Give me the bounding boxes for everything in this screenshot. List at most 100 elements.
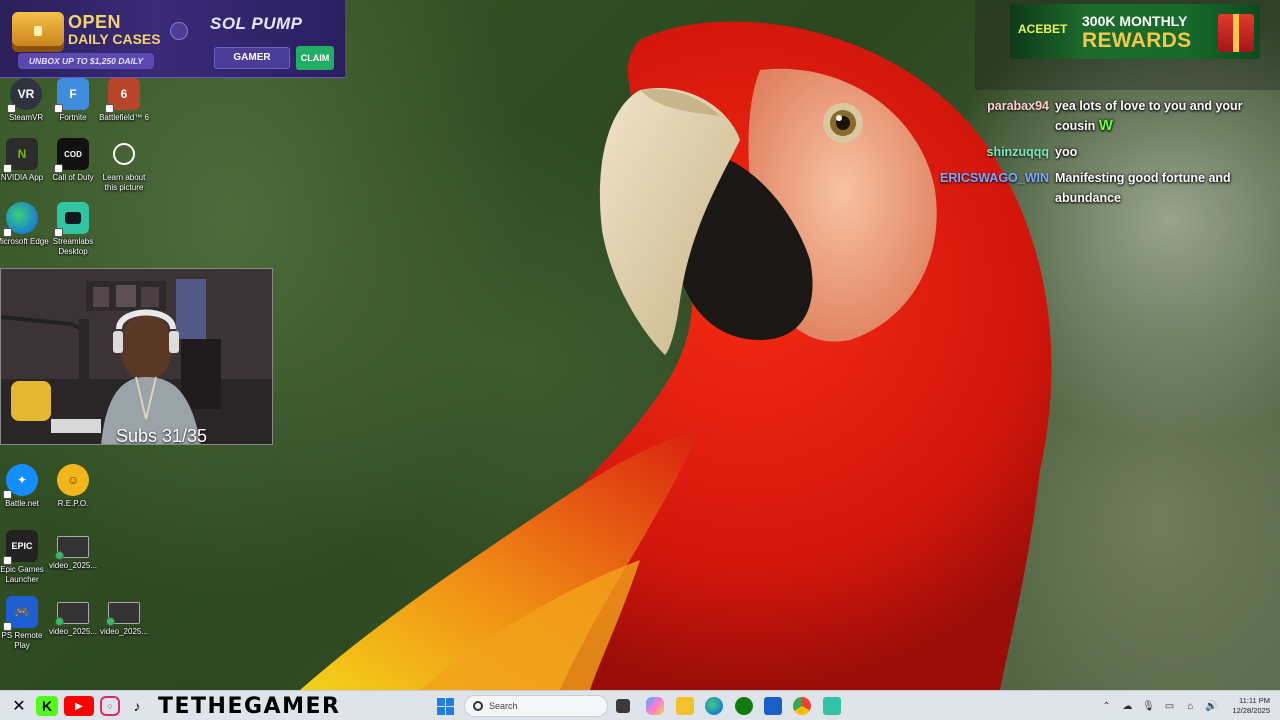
desktop-icon-label: Fortnite — [59, 113, 87, 122]
fortnite-icon: F — [54, 78, 89, 113]
system-clock[interactable]: 11:11 PM 12/28/2025 — [1232, 696, 1270, 716]
desktop-icon-fortnite[interactable]: F Fortnite — [47, 78, 99, 123]
desktop-icon-video-file-1[interactable]: video_2025... — [47, 536, 99, 571]
promo-brand-logo: SOL PUMP — [210, 14, 303, 33]
chat-username: ERICSWAGO_WIN — [940, 171, 1050, 185]
chat-text: yea lots of love to you and your cousin … — [1055, 96, 1255, 136]
chat-username: shinzuqqq — [986, 145, 1050, 159]
acebet-line1: 300K MONTHLY — [1082, 13, 1188, 29]
desktop-icon-video-file-2[interactable]: video_2025... — [47, 602, 99, 637]
gift-box-icon — [1218, 14, 1254, 52]
onedrive-icon[interactable]: ☁ — [1121, 700, 1133, 712]
volume-icon[interactable]: 🔊 — [1205, 700, 1217, 712]
file-explorer-icon[interactable] — [676, 697, 694, 715]
desktop-icon-label: Battlefield™ 6 — [99, 113, 149, 122]
chat-message-text: Manifesting good fortune and abundance — [1055, 171, 1231, 205]
subs-goal-counter: Subs 31/35 — [116, 426, 208, 445]
epic-games-icon: EPIC — [3, 530, 38, 565]
acebet-banner[interactable]: ACEBET 300K MONTHLY REWARDS — [1010, 4, 1260, 59]
chevron-up-icon[interactable]: ⌃ — [1100, 700, 1112, 712]
desktop-icon-learn-picture[interactable]: Learn about this picture — [98, 138, 150, 193]
call-of-duty-icon: COD — [54, 138, 89, 173]
desktop-icon-call-of-duty[interactable]: COD Call of Duty — [47, 138, 99, 183]
copilot-icon[interactable] — [646, 697, 664, 715]
chat-message-text: yea lots of love to you and your cousin — [1055, 99, 1243, 133]
battlefield-icon: 6 — [105, 78, 140, 113]
xbox-icon[interactable] — [735, 697, 753, 715]
microphone-icon[interactable]: 🎙 — [1142, 700, 1155, 712]
chat-message: ERICSWAGO_WIN Manifesting good fortune a… — [940, 168, 1270, 208]
youtube-icon: ▶ — [64, 696, 94, 716]
taskbar: ✕ K ▶ ○ ♪ TETHEGAMER Search ⌃ ☁ 🎙 ▭ ⌂ 🔊 … — [0, 690, 1280, 720]
search-placeholder: Search — [489, 701, 518, 711]
desktop-icon-label: PS Remote Play — [1, 631, 43, 650]
desktop-icon-epic-games[interactable]: EPIC Epic Games Launcher — [0, 530, 48, 585]
acebet-line2: REWARDS — [1082, 29, 1192, 52]
learn-picture-icon — [113, 143, 135, 165]
promo-open-text: OPEN — [68, 12, 122, 32]
windows-start-icon[interactable] — [437, 698, 454, 715]
streamer-handle: TETHEGAMER — [158, 693, 341, 719]
acebet-logo: ACEBET — [1018, 22, 1068, 36]
display-icon[interactable]: ▭ — [1163, 700, 1175, 712]
desktop-icon-label: Call of Duty — [52, 173, 94, 182]
desktop-icon-edge[interactable]: Microsoft Edge — [0, 202, 49, 247]
search-icon — [473, 701, 483, 711]
video-file-icon — [55, 602, 89, 626]
instagram-icon: ○ — [100, 696, 120, 716]
desktop-icon-label: video_2025... — [48, 627, 98, 636]
chat-username: parabax94 — [987, 99, 1049, 113]
chat-message-text: yoo — [1055, 145, 1078, 159]
desktop-icon-battlefield[interactable]: 6 Battlefield™ 6 — [98, 78, 150, 123]
promo-unbox-text: UNBOX UP TO $1,250 DAILY — [18, 53, 154, 69]
desktop-icon-streamlabs[interactable]: Streamlabs Desktop — [47, 202, 99, 257]
video-file-icon — [106, 602, 140, 626]
network-icon[interactable]: ⌂ — [1184, 700, 1196, 712]
desktop-icon-battlenet[interactable]: ✦ Battle.net — [0, 464, 48, 509]
streamlabs-icon — [54, 202, 89, 237]
promo-claim-button[interactable]: CLAIM — [296, 46, 334, 70]
promo-code-field: GAMER — [214, 47, 290, 69]
chat-overlay: parabax94 yea lots of love to you and yo… — [940, 96, 1270, 214]
solpump-promo-banner[interactable]: OPEN DAILY CASES UNBOX UP TO $1,250 DAIL… — [0, 0, 345, 78]
repo-icon: ☺ — [57, 464, 89, 496]
nvidia-icon: N — [3, 138, 38, 173]
battlenet-icon: ✦ — [3, 464, 38, 499]
steamvr-icon: VR — [7, 78, 42, 113]
taskbar-search-box[interactable]: Search — [464, 695, 608, 717]
webcam-overlay: Subs 31/35 — [0, 268, 273, 445]
video-file-icon — [55, 536, 89, 560]
desktop-icon-label: video_2025... — [99, 627, 149, 636]
clock-date: 12/28/2025 — [1232, 706, 1270, 715]
desktop-icon-repo[interactable]: ☺ R.E.P.O. — [47, 464, 99, 509]
social-links: ✕ K ▶ ○ ♪ TETHEGAMER — [8, 693, 341, 719]
streamlabs-taskbar-icon[interactable] — [823, 697, 841, 715]
desktop-icon-nvidia[interactable]: N NVIDIA App — [0, 138, 48, 183]
clock-time: 11:11 PM — [1239, 696, 1270, 705]
coin-icon — [170, 22, 188, 40]
streamer-camera-feed — [1, 269, 272, 444]
edge-taskbar-icon[interactable] — [705, 697, 723, 715]
desktop-icon-label: Streamlabs Desktop — [52, 237, 94, 256]
w-emote-icon: W — [1098, 117, 1113, 134]
desktop-icon-ps-remote-play[interactable]: 🎮 PS Remote Play — [0, 596, 48, 651]
promo-daily-cases-text: DAILY CASES — [68, 31, 161, 47]
desktop-icon-label: NVIDIA App — [0, 173, 44, 182]
kick-icon: K — [36, 696, 58, 716]
desktop-icon-label: video_2025... — [48, 561, 98, 570]
system-tray: ⌃ ☁ 🎙 ▭ ⌂ 🔊 11:11 PM 12/28/2025 — [1100, 693, 1270, 719]
desktop-icon-video-file-3[interactable]: video_2025... — [98, 602, 150, 637]
edge-icon — [3, 202, 38, 237]
microsoft-store-icon[interactable] — [764, 697, 782, 715]
treasure-chest-icon — [12, 12, 64, 52]
x-twitter-icon: ✕ — [12, 698, 26, 715]
desktop-icon-label: R.E.P.O. — [57, 499, 89, 508]
chat-message: shinzuqqq yoo — [940, 142, 1270, 162]
desktop-icon-label: Battle.net — [5, 499, 39, 508]
tiktok-icon: ♪ — [133, 698, 141, 714]
ps-remote-play-icon: 🎮 — [3, 596, 38, 631]
task-view-icon[interactable] — [616, 699, 630, 713]
desktop-icon-label: Epic Games Launcher — [0, 565, 44, 584]
chrome-icon[interactable] — [793, 697, 811, 715]
chat-message: parabax94 yea lots of love to you and yo… — [940, 96, 1270, 136]
